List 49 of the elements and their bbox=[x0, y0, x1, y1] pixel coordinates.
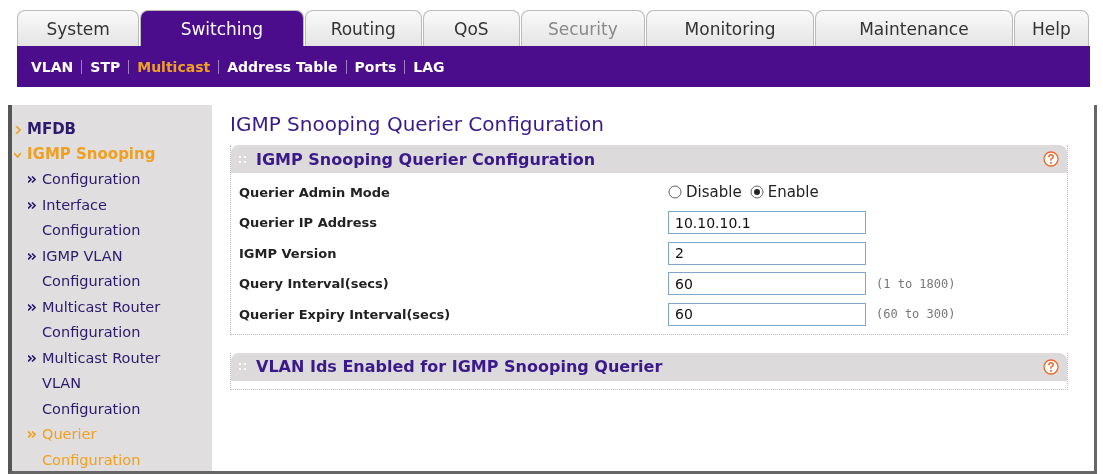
nav-tab[interactable]: Routing bbox=[304, 10, 422, 46]
nav-tab[interactable]: Monitoring bbox=[645, 10, 815, 46]
input-field[interactable]: 60 bbox=[668, 272, 866, 296]
field-label: IGMP Version bbox=[239, 245, 338, 261]
sidebar-subitem[interactable]: IGMP VLAN Configuration bbox=[12, 243, 212, 295]
help-icon[interactable] bbox=[1043, 358, 1059, 375]
nav-tab[interactable]: System bbox=[17, 10, 140, 46]
radio-label: Disable bbox=[686, 183, 742, 202]
sidebar-subitem[interactable]: Multicast Router Configuration bbox=[12, 294, 212, 346]
sidebar-subitem[interactable]: Configuration bbox=[12, 167, 212, 193]
input-field[interactable]: 60 bbox=[668, 302, 866, 326]
input-field[interactable]: 2 bbox=[668, 241, 866, 265]
nav-tab[interactable]: Help bbox=[1013, 10, 1089, 46]
range-hint: (1 to 1800) bbox=[876, 276, 956, 291]
sub-nav-link[interactable]: Multicast bbox=[137, 58, 211, 75]
field-label: Query Interval(secs) bbox=[239, 276, 390, 292]
nav-tab[interactable]: Maintenance bbox=[815, 10, 1013, 46]
field-label: Querier IP Address bbox=[239, 215, 378, 231]
sub-nav-link[interactable]: Address Table bbox=[227, 58, 338, 75]
drag-handle-icon bbox=[239, 155, 246, 163]
panel-title: IGMP Snooping Querier Configuration bbox=[256, 149, 597, 169]
field-label: Querier Expiry Interval(secs) bbox=[239, 306, 452, 322]
double-chevron-icon bbox=[28, 431, 36, 438]
nav-tab[interactable]: Switching bbox=[140, 10, 304, 46]
panel-title: VLAN Ids Enabled for IGMP Snooping Querier bbox=[256, 357, 664, 376]
chevron-down-icon bbox=[14, 151, 21, 159]
radio-button[interactable] bbox=[668, 185, 682, 200]
chevron-right-icon bbox=[14, 126, 21, 134]
double-chevron-icon bbox=[28, 303, 36, 311]
nav-tab[interactable]: QoS bbox=[422, 10, 520, 46]
double-chevron-icon bbox=[28, 252, 36, 260]
sidebar-item[interactable]: MFDB bbox=[12, 117, 212, 142]
double-chevron-icon bbox=[28, 354, 36, 362]
field-label: Querier Admin Mode bbox=[239, 184, 391, 200]
sidebar-subitem[interactable]: Multicast Router VLAN Configuration bbox=[12, 345, 212, 422]
double-chevron-icon bbox=[28, 176, 36, 183]
page-title: IGMP Snooping Querier Configuration bbox=[230, 111, 605, 138]
drag-handle-icon bbox=[239, 363, 246, 370]
input-field[interactable]: 10.10.10.1 bbox=[668, 211, 866, 235]
help-icon[interactable] bbox=[1043, 151, 1059, 167]
sidebar-subitem[interactable]: Interface Configuration bbox=[12, 192, 212, 244]
sub-nav-link[interactable]: VLAN bbox=[31, 58, 74, 75]
radio-button[interactable] bbox=[749, 185, 764, 200]
radio-label: Enable bbox=[767, 183, 819, 202]
sub-nav-link[interactable]: LAG bbox=[413, 58, 445, 75]
sub-nav-link[interactable]: Ports bbox=[354, 58, 397, 75]
range-hint: (60 to 300) bbox=[876, 307, 956, 322]
double-chevron-icon bbox=[28, 201, 36, 209]
sub-nav-link[interactable]: STP bbox=[90, 58, 121, 75]
